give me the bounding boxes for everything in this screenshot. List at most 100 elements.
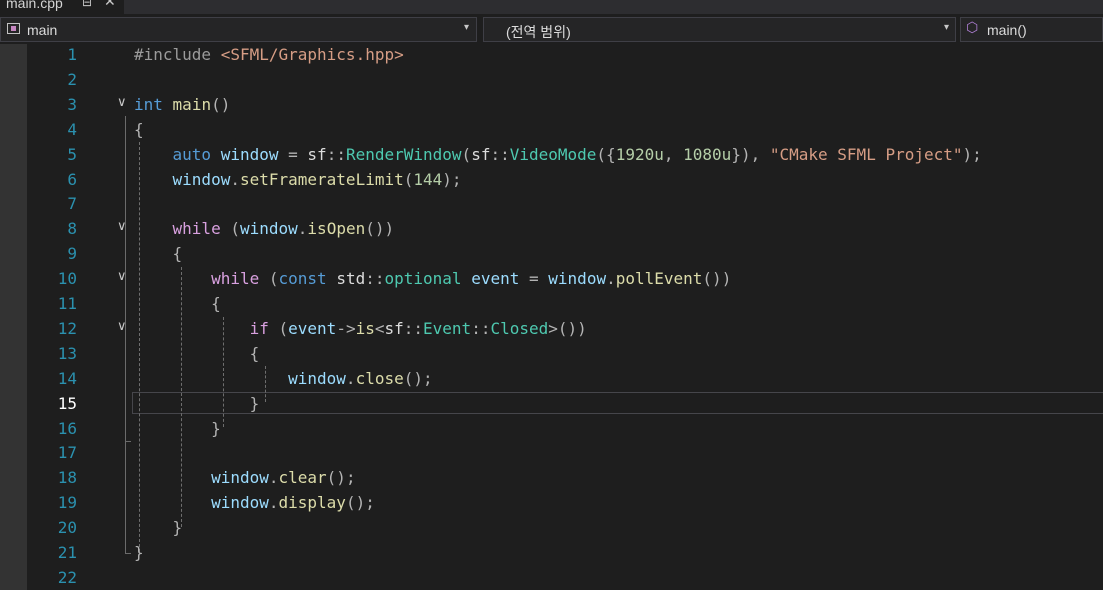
fold-toggle-icon[interactable]: ∨ [117,319,127,334]
code-token: ); [962,144,982,164]
code-text: { [134,295,221,313]
code-token: ( [278,318,289,338]
code-token: { [172,244,183,264]
code-token: ({ [596,144,616,164]
line-number: 21 [57,543,77,562]
code-text: window.close(); [134,368,433,388]
code-token: = [288,144,298,164]
code-line[interactable]: 15 } [0,392,1103,417]
code-token: ( [403,169,414,189]
line-number: 4 [67,119,77,139]
member-dropdown[interactable]: ⬡ main() [960,17,1103,42]
code-token: optional [384,269,462,289]
code-token: :: [471,318,491,338]
pin-icon[interactable]: ⊟ [82,0,92,9]
code-line[interactable]: 17 [0,441,1103,466]
code-line[interactable]: 18 window.clear(); [0,466,1103,491]
code-line[interactable]: 20 } [0,516,1103,541]
code-line[interactable]: 8 ∨ while (window.isOpen()) [0,217,1103,242]
project-dropdown[interactable]: main ▾ [0,17,477,42]
code-token: }), [731,144,761,164]
code-text: } [134,419,221,438]
code-line[interactable]: 10 ∨ while (const std::optional event = w… [0,267,1103,292]
code-token: "CMake SFML Project" [769,144,963,164]
code-token: is [355,318,375,338]
code-line[interactable]: 21} [0,541,1103,566]
code-text: } [134,394,260,413]
code-line[interactable]: 1 #include <SFML/Graphics.hpp> [0,44,1103,68]
code-token: main [172,94,212,114]
code-text: window.display(); [134,494,375,512]
code-token: >()) [548,318,587,338]
code-text: { [134,120,144,139]
code-token: . [268,493,279,513]
line-number: 20 [57,518,77,538]
close-icon[interactable]: ✕ [104,0,116,10]
code-line[interactable]: 5 auto window = sf::RenderWindow(sf::Vid… [0,143,1103,168]
code-line[interactable]: 14 window.close(); [0,367,1103,392]
code-token: 1080u [683,144,732,164]
code-line[interactable]: 7 [0,192,1103,217]
code-text: { [134,344,260,363]
line-number: 1 [67,45,77,64]
code-line[interactable]: 19 window.display(); [0,491,1103,516]
code-line[interactable]: 11 { [0,292,1103,317]
code-text: } [134,544,144,562]
code-token: :: [490,144,510,164]
code-token: ( [230,219,240,239]
fold-toggle-icon[interactable]: ∨ [117,219,127,234]
line-number: 10 [57,269,77,289]
code-line[interactable]: 13 { [0,342,1103,367]
fold-toggle-icon[interactable]: ∨ [117,95,127,110]
code-token: window [220,144,279,164]
code-text: while (const std::optional event = windo… [134,270,731,288]
code-line[interactable]: 4{ [0,118,1103,143]
line-number: 7 [67,194,77,214]
code-line[interactable]: 3 ∨ int main() [0,93,1103,118]
code-token: :: [403,318,424,338]
code-token: 144 [413,169,443,189]
code-token: const [278,269,327,289]
line-number: 16 [57,418,77,438]
code-line[interactable]: 12 ∨ if (event->is<sf::Event::Closed>()) [0,317,1103,342]
code-line[interactable]: 6 window.setFramerateLimit(144); [0,168,1103,193]
tab-main-cpp[interactable]: main.cpp ⊟ ✕ [0,0,124,14]
chevron-down-icon: ▾ [464,22,470,33]
code-line[interactable]: 2 [0,68,1103,93]
code-token: while [172,219,221,239]
code-token: close [355,368,404,388]
code-token: , [663,144,674,164]
code-token: auto [172,144,212,164]
code-token: #include [134,45,221,64]
code-text: { [134,244,183,264]
code-line[interactable]: 16 } [0,417,1103,442]
fold-toggle-icon[interactable]: ∨ [117,269,127,284]
project-label: main [27,22,58,38]
code-token: int [134,94,163,114]
code-editor[interactable]: 1 #include <SFML/Graphics.hpp> 2 3 ∨ int main… [0,44,1103,590]
line-number: 14 [57,368,77,388]
code-text: while (window.isOpen()) [134,219,395,239]
code-token: VideoMode [509,144,597,164]
scope-dropdown[interactable]: (전역 범위) ▾ [483,17,956,42]
line-number: 12 [57,318,77,338]
code-line[interactable]: 9 { [0,242,1103,267]
code-line[interactable]: 22 [0,566,1103,590]
code-token: (); [345,493,375,513]
line-number: 18 [57,468,77,488]
code-token: clear [278,468,327,488]
code-token: window [288,368,346,388]
code-token: window [211,493,269,513]
